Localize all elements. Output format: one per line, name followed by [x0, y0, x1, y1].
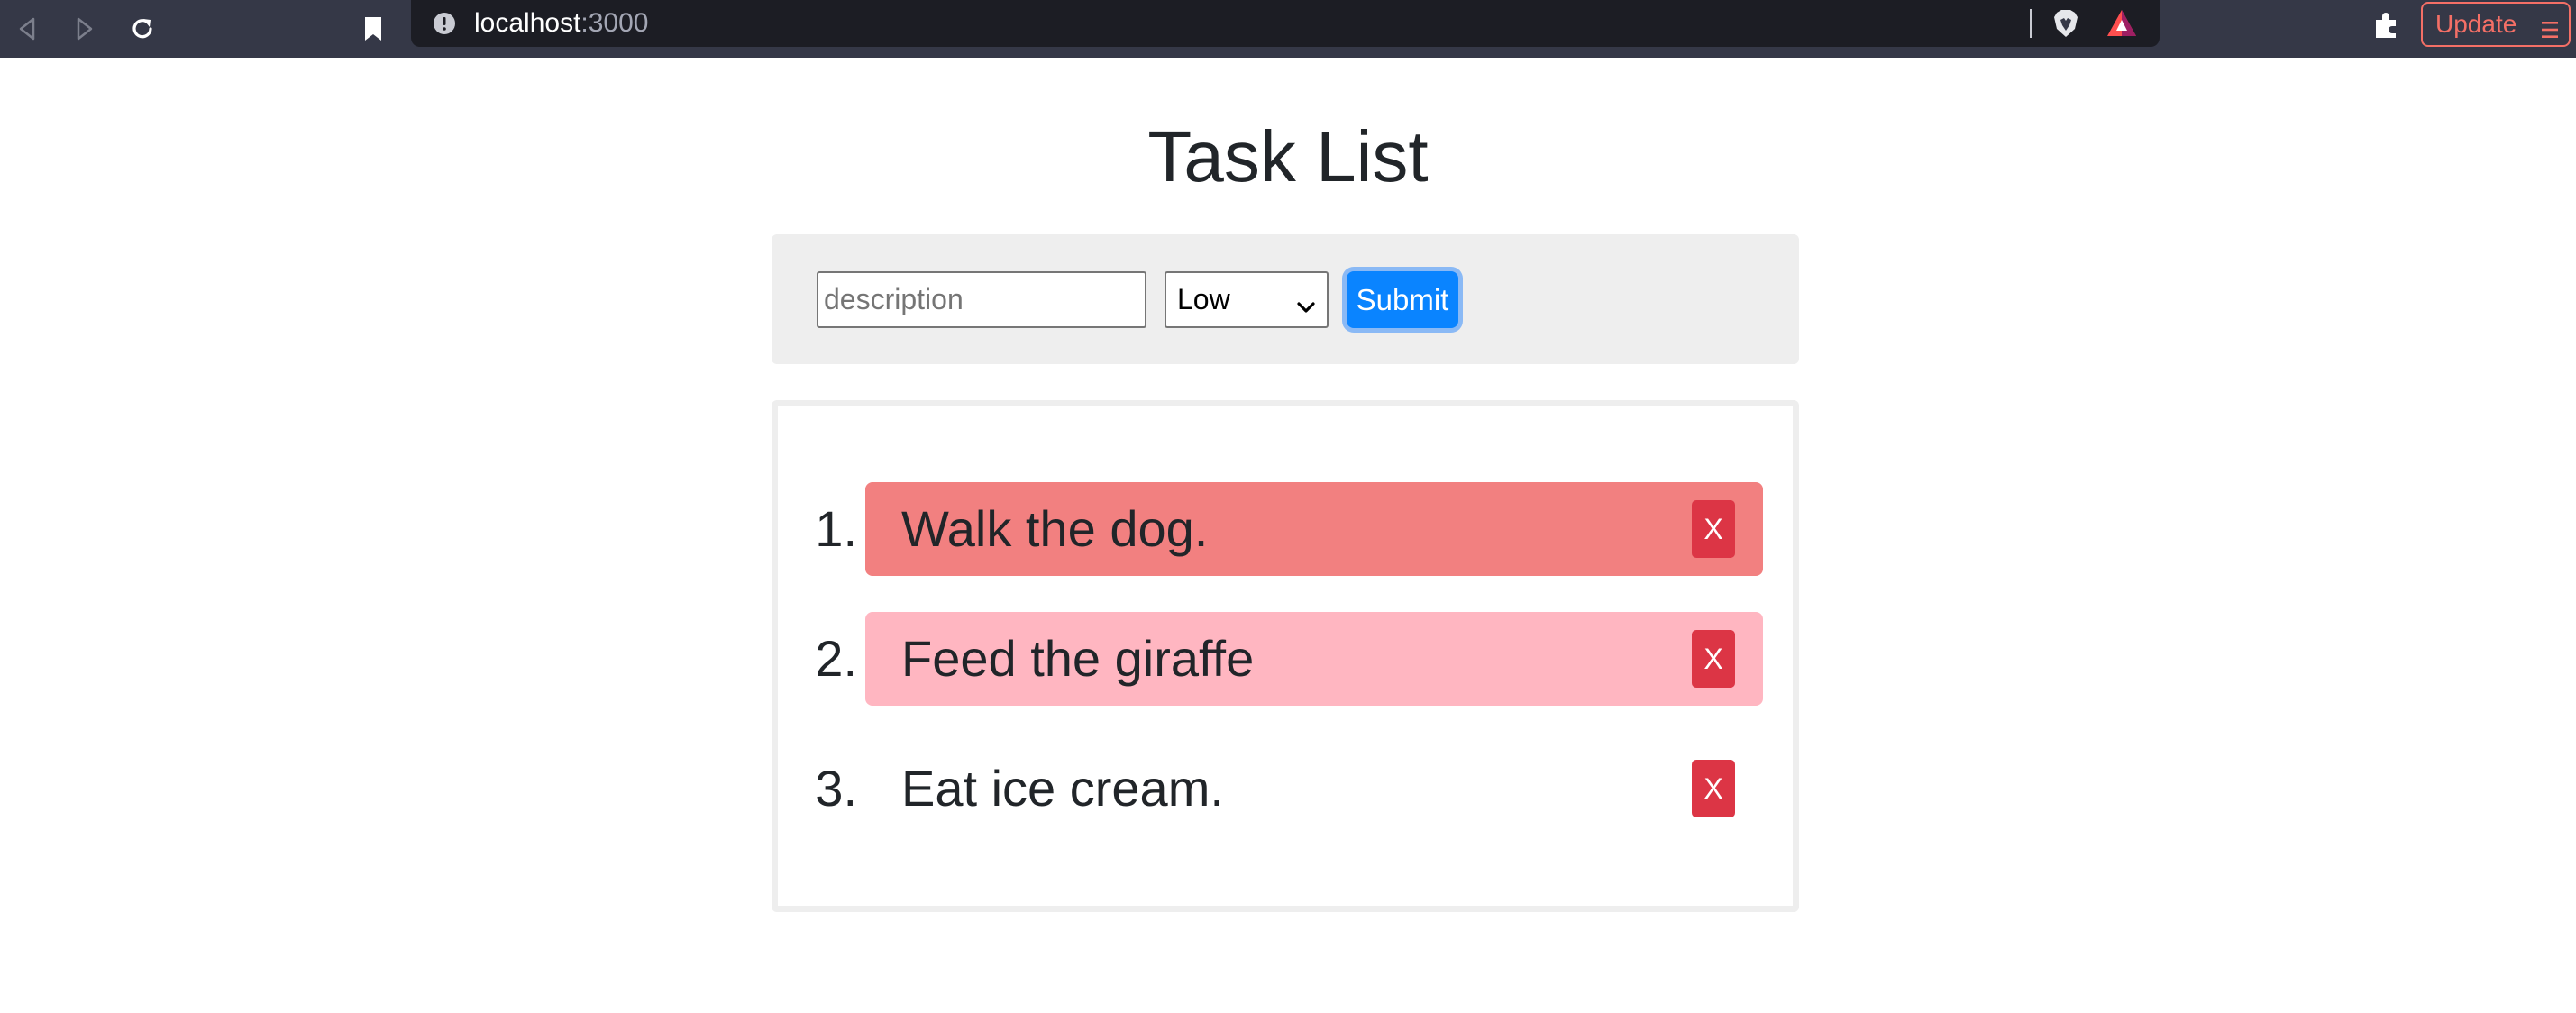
delete-task-button[interactable]: X	[1692, 760, 1735, 817]
task-card: Eat ice cream. X	[865, 742, 1763, 835]
address-bar-divider	[2030, 9, 2032, 38]
url-text: localhost:3000	[474, 7, 648, 40]
extensions-icon[interactable]	[2369, 7, 2405, 43]
browser-toolbar: localhost:3000 Update	[0, 0, 2576, 58]
delete-task-button[interactable]: X	[1692, 630, 1735, 688]
task-item-1: 1. Walk the dog. X	[778, 482, 1793, 576]
task-number: 2.	[815, 630, 857, 687]
brave-shields-icon[interactable]	[2050, 7, 2082, 40]
submit-button[interactable]: Submit	[1347, 271, 1458, 328]
task-list: 1. Walk the dog. X 2. Feed the giraffe X…	[772, 400, 1799, 912]
page-title: Task List	[1147, 116, 1429, 196]
task-number: 3.	[815, 760, 857, 817]
url-port: :3000	[580, 8, 649, 38]
brave-rewards-icon[interactable]	[2106, 7, 2138, 40]
reload-icon[interactable]	[119, 5, 166, 52]
priority-select[interactable]: Low	[1165, 271, 1329, 328]
task-card: Feed the giraffe X	[865, 612, 1763, 706]
update-label: Update	[2435, 10, 2517, 38]
menu-icon[interactable]	[2540, 16, 2560, 38]
url-host: localhost	[474, 8, 581, 38]
site-info-icon[interactable]	[433, 12, 456, 35]
update-button[interactable]: Update	[2421, 2, 2571, 47]
task-item-3: 3. Eat ice cream. X	[778, 742, 1793, 835]
address-bar[interactable]: localhost:3000	[411, 0, 2160, 47]
task-item-2: 2. Feed the giraffe X	[778, 612, 1793, 706]
task-number: 1.	[815, 500, 857, 557]
task-text: Feed the giraffe	[901, 630, 1255, 687]
description-input[interactable]	[817, 271, 1146, 328]
task-text: Eat ice cream.	[901, 760, 1224, 817]
forward-icon[interactable]	[61, 5, 108, 52]
task-text: Walk the dog.	[901, 500, 1209, 557]
priority-selected-value: Low	[1177, 283, 1230, 315]
back-icon[interactable]	[4, 5, 50, 52]
task-card: Walk the dog. X	[865, 482, 1763, 576]
chevron-down-icon	[1296, 291, 1316, 313]
bookmark-icon[interactable]	[350, 5, 397, 52]
task-form: Low Submit	[772, 234, 1799, 364]
delete-task-button[interactable]: X	[1692, 500, 1735, 558]
